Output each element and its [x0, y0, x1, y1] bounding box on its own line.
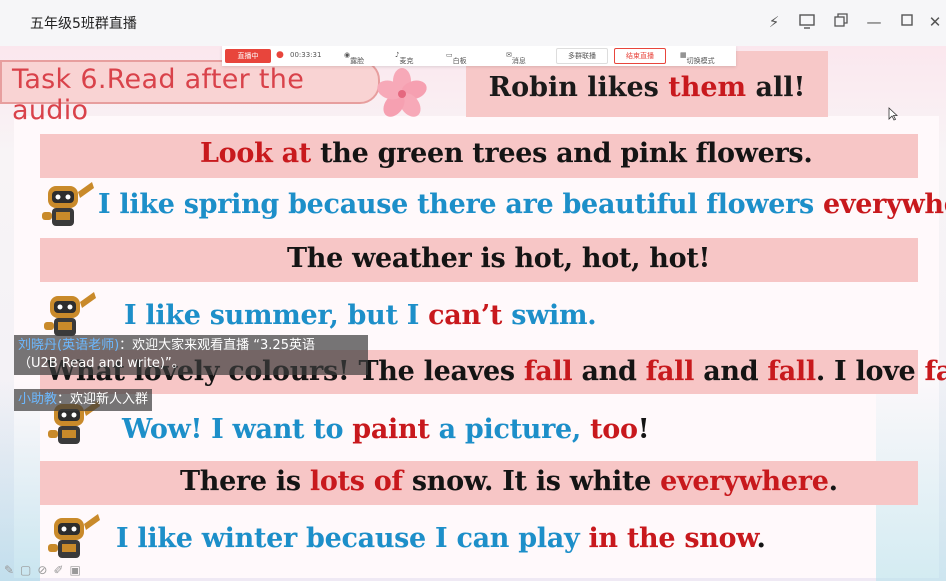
- window-titlebar: 五年级5班群直播 ⚡ — ✕: [0, 0, 946, 46]
- restore-window-icon[interactable]: [831, 12, 851, 32]
- lightning-icon[interactable]: ⚡: [764, 12, 784, 32]
- sentence-3: The weather is hot, hot, hot!: [287, 243, 711, 274]
- sentence-4: I like summer, but I can’t swim.: [124, 300, 597, 331]
- mic-button[interactable]: ♪ 麦克: [395, 51, 413, 65]
- live-status-badge: 直播中: [225, 49, 271, 63]
- mouse-cursor-icon: [888, 107, 898, 121]
- chat-message-2: 小助教：欢迎新人入群: [14, 389, 153, 411]
- end-live-button[interactable]: 结束直播: [614, 48, 666, 64]
- robot-icon: [48, 514, 100, 558]
- left-decoration: [0, 381, 40, 581]
- robot-icon: [42, 182, 94, 226]
- chat-message-text: ：欢迎大家来观看直播 “3.25英语: [119, 338, 315, 353]
- multi-group-button[interactable]: 多群联播: [556, 48, 608, 64]
- live-toolbar: 直播中 ● 00:33:31 ◉ 露脸 ♪ 麦克 ▭ 白板 ✉ 消息 多群联播 …: [222, 46, 736, 66]
- close-icon[interactable]: ✕: [925, 12, 945, 32]
- chat-message-1: 刘晓丹(英语老师)：欢迎大家来观看直播 “3.25英语 （U2B Read an…: [14, 335, 368, 375]
- sentence-8: I like winter because I can play in the …: [116, 523, 766, 554]
- task-title-box: Task 6.Read after the audio: [0, 60, 380, 126]
- live-timer: 00:33:31: [290, 51, 322, 59]
- switch-mode-button[interactable]: ▦ 切换模式: [680, 51, 715, 65]
- annotation-toolbar[interactable]: ✎▢⊘✐▣: [4, 563, 87, 577]
- whiteboard-button[interactable]: ▭ 白板: [446, 51, 467, 65]
- chat-message-text: ：欢迎新人入群: [57, 392, 149, 407]
- sentence-2: I like spring because there are beautifu…: [98, 189, 946, 220]
- minimize-icon[interactable]: —: [864, 12, 884, 32]
- chat-message-text: （U2B Read and write)”。: [18, 356, 185, 371]
- camera-button[interactable]: ◉ 露脸: [344, 51, 364, 65]
- window-title: 五年级5班群直播: [30, 16, 137, 32]
- presentation-slide: Task 6.Read after the audio Robin likes …: [0, 46, 946, 581]
- chat-sender-name: 小助教: [18, 392, 58, 407]
- heading-text: Robin likes them all!: [488, 72, 806, 103]
- screen-share-icon[interactable]: [797, 12, 817, 32]
- flower-icon: [377, 68, 427, 117]
- message-button[interactable]: ✉ 消息: [506, 51, 526, 65]
- live-dot-icon: ●: [276, 50, 284, 60]
- sentence-6: Wow! I want to paint a picture, too!: [122, 414, 650, 445]
- task-title: Task 6.Read after the audio: [12, 64, 305, 126]
- maximize-icon[interactable]: [897, 12, 917, 32]
- chat-sender-name: 刘晓丹(英语老师): [18, 338, 120, 353]
- sentence-7: There is lots of snow. It is white every…: [180, 466, 838, 497]
- sentence-1: Look at the green trees and pink flowers…: [200, 138, 813, 169]
